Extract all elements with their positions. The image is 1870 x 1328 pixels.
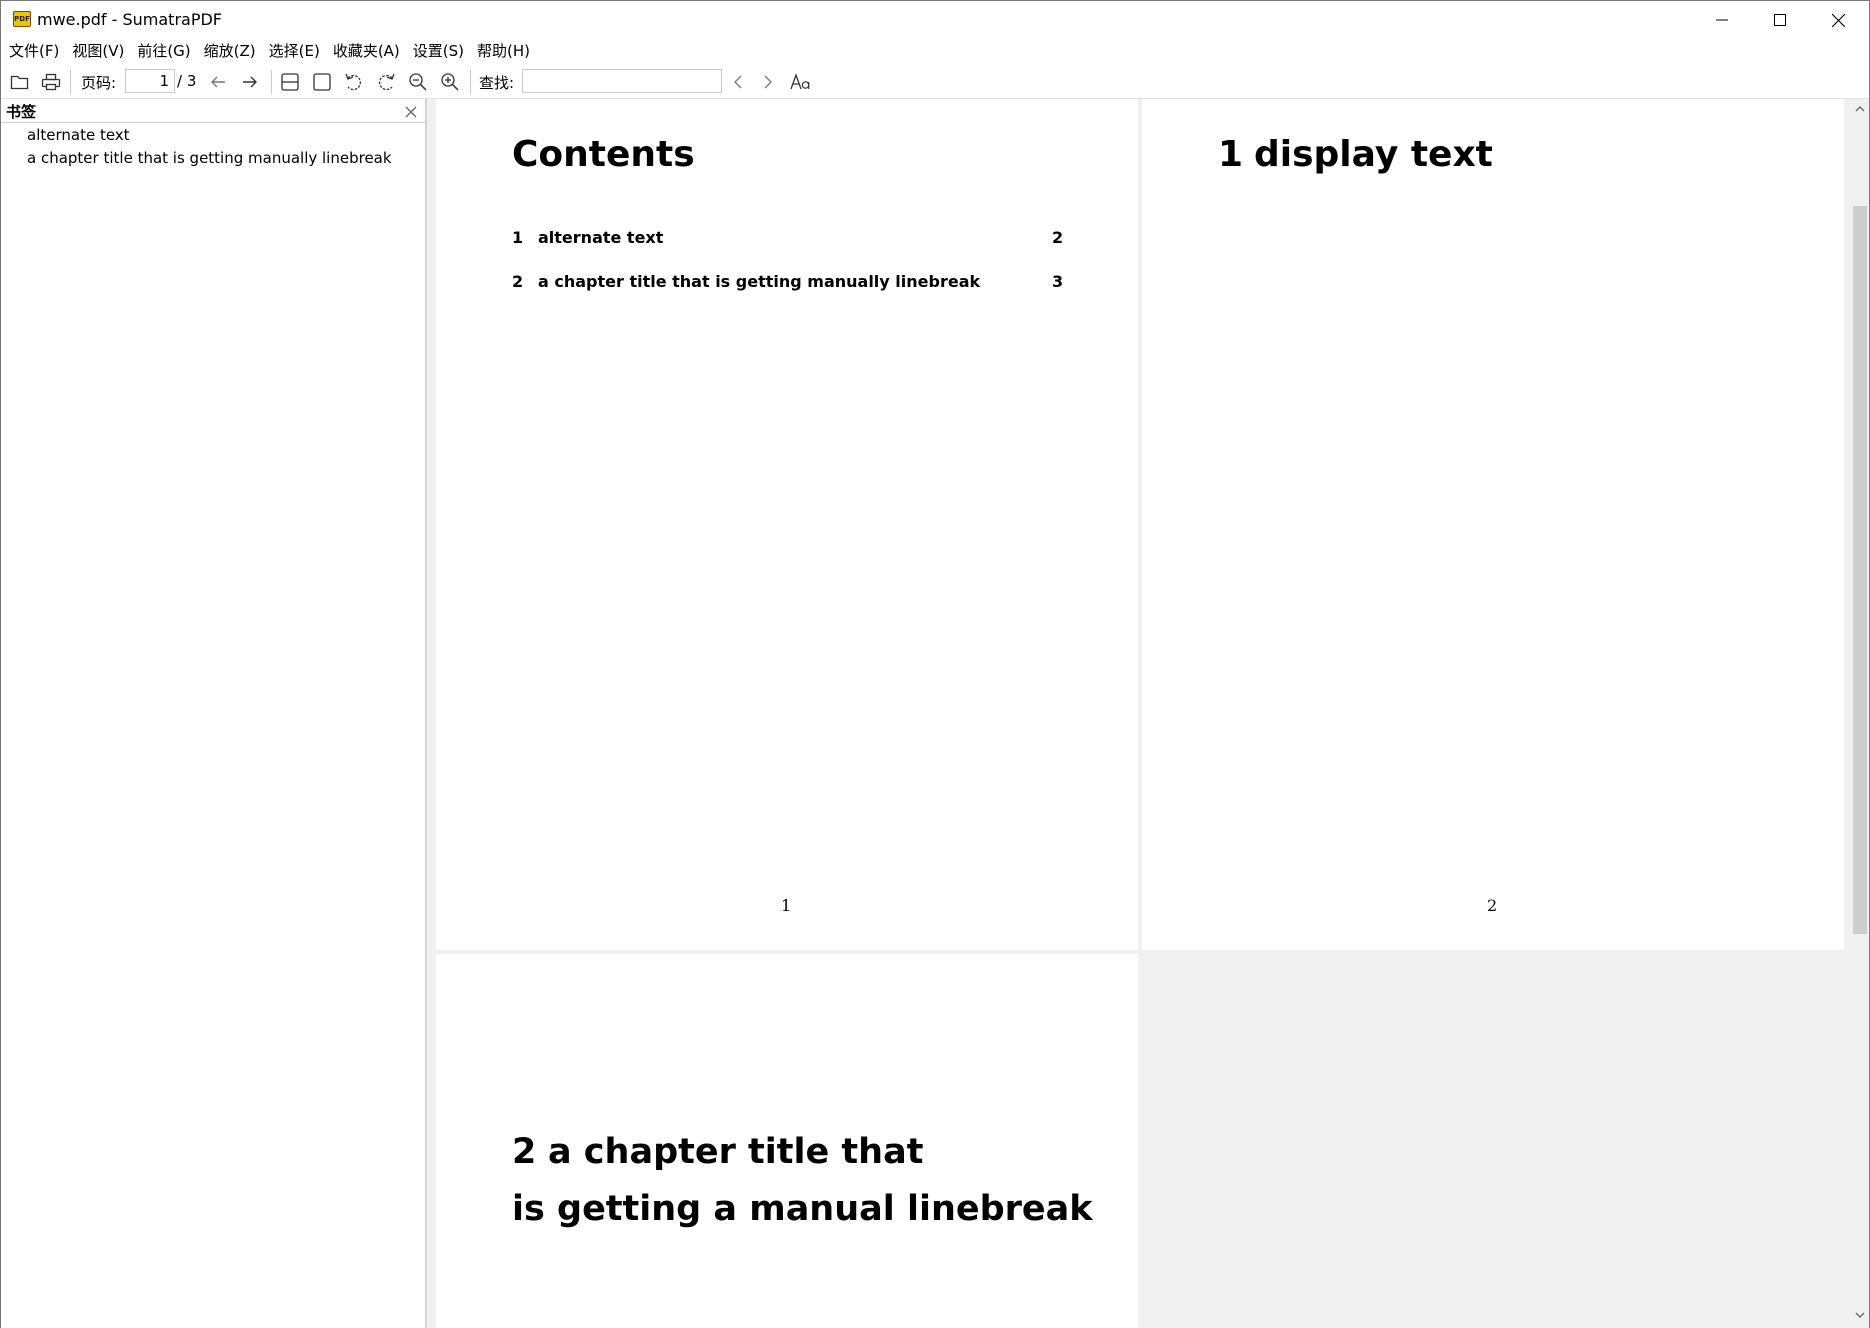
find-input[interactable] bbox=[522, 69, 722, 93]
chapter-title-line-2: is getting a manual linebreak bbox=[512, 1189, 1093, 1229]
find-label: 查找: bbox=[479, 74, 515, 92]
close-icon bbox=[1831, 13, 1845, 27]
menu-file[interactable]: 文件(F) bbox=[4, 39, 64, 63]
page-number-input[interactable]: 1 bbox=[125, 69, 175, 93]
menu-zoom[interactable]: 缩放(Z) bbox=[199, 39, 261, 63]
find-previous-button[interactable] bbox=[725, 69, 751, 95]
chevron-right-icon bbox=[764, 75, 772, 89]
fit-page-icon bbox=[313, 73, 331, 91]
app-window: PDF mwe.pdf - SumatraPDF 文件(F) 视图(V) 前往(… bbox=[0, 0, 1870, 1328]
minimize-icon bbox=[1716, 19, 1728, 21]
document-canvas[interactable]: Contents 1 alternate text 2 2 a chapter … bbox=[436, 99, 1851, 1328]
next-page-button[interactable] bbox=[237, 69, 263, 95]
pdf-page-2: 1 display text 2 bbox=[1142, 99, 1844, 950]
scroll-down-arrow-icon[interactable] bbox=[1854, 1309, 1866, 1321]
page-total: / 3 bbox=[177, 72, 197, 90]
zoom-out-icon bbox=[409, 73, 427, 91]
maximize-button[interactable] bbox=[1751, 1, 1809, 39]
chapter-number: 1 bbox=[1218, 134, 1244, 175]
sumatra-app-icon: PDF bbox=[13, 11, 31, 27]
menu-help[interactable]: 帮助(H) bbox=[472, 39, 535, 63]
vertical-scrollbar[interactable] bbox=[1851, 99, 1869, 1328]
printer-icon bbox=[41, 73, 61, 91]
menu-go-to[interactable]: 前往(G) bbox=[132, 39, 195, 63]
pdf-page-3: 2 a chapter title that is getting a manu… bbox=[436, 954, 1138, 1328]
bookmarks-sidebar: 书签 alternate text a chapter title that i… bbox=[1, 99, 426, 1328]
toc-entry-title[interactable]: a chapter title that is getting manually… bbox=[538, 272, 980, 291]
scroll-up-arrow-icon[interactable] bbox=[1854, 103, 1866, 115]
minimize-button[interactable] bbox=[1693, 1, 1751, 39]
chapter-title: display text bbox=[1254, 134, 1493, 175]
toolbar-separator bbox=[271, 70, 272, 94]
find-next-button[interactable] bbox=[755, 69, 781, 95]
page-footer-number: 1 bbox=[781, 896, 792, 915]
scrollbar-thumb[interactable] bbox=[1853, 206, 1867, 934]
pdf-page-1: Contents 1 alternate text 2 2 a chapter … bbox=[436, 99, 1138, 950]
sidebar-title: 书签 bbox=[6, 103, 37, 121]
page-label: 页码: bbox=[81, 74, 117, 92]
open-file-button[interactable] bbox=[7, 69, 33, 95]
previous-page-button[interactable] bbox=[205, 69, 231, 95]
toolbar-separator bbox=[470, 70, 471, 94]
title-bar: PDF mwe.pdf - SumatraPDF bbox=[1, 1, 1869, 39]
page-footer-number: 2 bbox=[1487, 896, 1498, 915]
toc-entry-page: 3 bbox=[1052, 272, 1064, 291]
toc-entry-number: 2 bbox=[512, 272, 524, 291]
sidebar-splitter[interactable] bbox=[426, 99, 436, 1328]
menu-favorites[interactable]: 收藏夹(A) bbox=[328, 39, 405, 63]
fit-width-icon bbox=[281, 73, 299, 91]
chevron-left-icon bbox=[734, 75, 742, 89]
rotate-left-button[interactable] bbox=[341, 69, 367, 95]
chapter-number: 2 bbox=[512, 1132, 537, 1172]
fit-page-button[interactable] bbox=[309, 69, 335, 95]
menu-view[interactable]: 视图(V) bbox=[67, 39, 129, 63]
window-title: mwe.pdf - SumatraPDF bbox=[37, 10, 223, 29]
toolbar-separator bbox=[70, 70, 71, 94]
sidebar-close-button[interactable] bbox=[404, 104, 418, 118]
toc-entry-title[interactable]: alternate text bbox=[538, 228, 663, 247]
toolbar: 页码: 1 / 3 查找: bbox=[1, 63, 1869, 99]
close-button[interactable] bbox=[1809, 1, 1867, 39]
chapter-title-line-1: a chapter title that bbox=[548, 1132, 924, 1172]
close-icon bbox=[405, 106, 417, 118]
arrow-right-icon bbox=[243, 76, 257, 88]
menu-select[interactable]: 选择(E) bbox=[264, 39, 325, 63]
rotate-left-icon bbox=[345, 73, 362, 91]
sidebar-header: 书签 bbox=[1, 99, 425, 123]
menu-bar: 文件(F) 视图(V) 前往(G) 缩放(Z) 选择(E) 收藏夹(A) 设置(… bbox=[1, 39, 1869, 63]
arrow-left-icon bbox=[211, 76, 225, 88]
zoom-in-button[interactable] bbox=[437, 69, 463, 95]
bookmark-item[interactable]: alternate text bbox=[27, 126, 130, 144]
bookmark-item[interactable]: a chapter title that is getting manually… bbox=[27, 149, 392, 167]
folder-open-icon bbox=[10, 75, 29, 90]
toc-entry-number: 1 bbox=[512, 228, 524, 247]
fit-width-button[interactable] bbox=[277, 69, 303, 95]
maximize-icon bbox=[1774, 14, 1786, 26]
menu-settings[interactable]: 设置(S) bbox=[408, 39, 469, 63]
rotate-right-button[interactable] bbox=[373, 69, 399, 95]
match-case-icon bbox=[790, 73, 810, 90]
zoom-out-button[interactable] bbox=[405, 69, 431, 95]
rotate-right-icon bbox=[378, 73, 395, 91]
toc-entry-page: 2 bbox=[1052, 228, 1064, 247]
contents-heading: Contents bbox=[512, 134, 695, 175]
print-button[interactable] bbox=[38, 69, 64, 95]
match-case-button[interactable] bbox=[788, 69, 814, 95]
zoom-in-icon bbox=[441, 73, 459, 91]
